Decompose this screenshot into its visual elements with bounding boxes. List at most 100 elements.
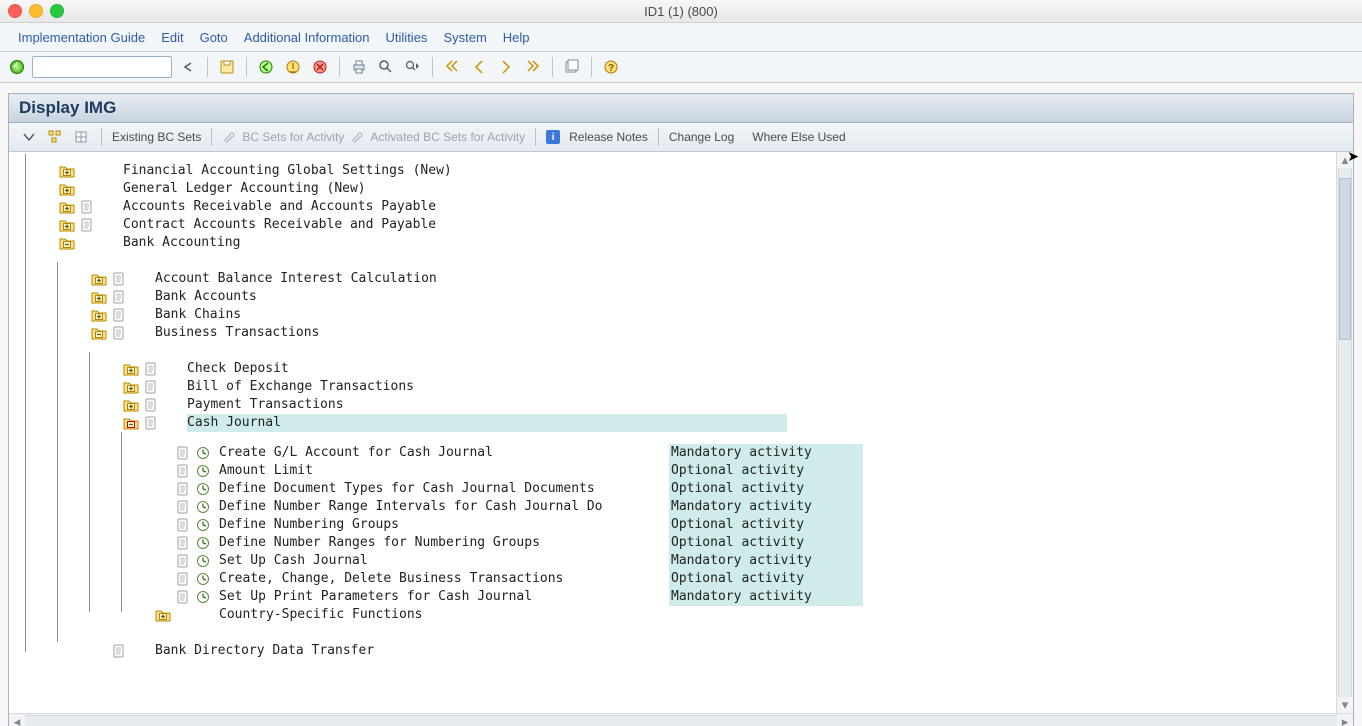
help-icon[interactable]: ? (600, 56, 622, 78)
tree-row[interactable]: Set Up Print Parameters for Cash Journal… (19, 588, 1326, 606)
window-zoom-button[interactable] (50, 4, 64, 18)
menu-additional-info[interactable]: Additional Information (244, 30, 370, 45)
enter-button[interactable] (10, 60, 24, 74)
document-icon[interactable] (111, 308, 127, 322)
tree-row[interactable]: Bill of Exchange Transactions (19, 378, 1326, 396)
tree-row[interactable]: Business Transactions (19, 324, 1326, 342)
prev-page-icon[interactable] (468, 56, 490, 78)
folder-collapsed-icon[interactable] (59, 164, 75, 178)
vertical-scrollbar[interactable]: ▴ ▾ (1336, 152, 1353, 713)
document-icon[interactable] (111, 290, 127, 304)
structure-icon[interactable] (45, 127, 65, 147)
activity-icon[interactable] (195, 446, 211, 460)
folder-expanded-icon[interactable] (59, 236, 75, 250)
tree-row[interactable]: Define Document Types for Cash Journal D… (19, 480, 1326, 498)
change-log-link[interactable]: Change Log (669, 130, 734, 144)
window-close-button[interactable] (8, 4, 22, 18)
activity-icon[interactable] (195, 500, 211, 514)
activity-icon[interactable] (195, 554, 211, 568)
tree-row[interactable]: Bank Directory Data Transfer (19, 642, 1326, 660)
back-icon[interactable] (255, 56, 277, 78)
tree-row[interactable]: Country-Specific Functions (19, 606, 1326, 624)
next-page-icon[interactable] (495, 56, 517, 78)
save-icon[interactable] (216, 56, 238, 78)
menu-utilities[interactable]: Utilities (386, 30, 428, 45)
document-icon[interactable] (175, 590, 191, 604)
document-icon[interactable] (111, 326, 127, 340)
activity-icon[interactable] (195, 518, 211, 532)
tree-row[interactable]: Create, Change, Delete Business Transact… (19, 570, 1326, 588)
img-tree[interactable]: Financial Accounting Global Settings (Ne… (9, 152, 1336, 713)
scroll-down-icon[interactable]: ▾ (1342, 697, 1349, 713)
tree-row[interactable]: Define Numbering GroupsOptional activity (19, 516, 1326, 534)
folder-expanded-icon[interactable] (91, 326, 107, 340)
document-icon[interactable] (143, 380, 159, 394)
cancel-icon[interactable] (309, 56, 331, 78)
tree-row[interactable]: Amount LimitOptional activity (19, 462, 1326, 480)
folder-collapsed-icon[interactable] (91, 272, 107, 286)
activity-icon[interactable] (195, 572, 211, 586)
menu-goto[interactable]: Goto (200, 30, 228, 45)
folder-collapsed-icon[interactable] (123, 380, 139, 394)
last-page-icon[interactable] (522, 56, 544, 78)
document-icon[interactable] (175, 572, 191, 586)
scroll-right-icon[interactable]: ▸ (1337, 715, 1353, 726)
tree-row[interactable]: General Ledger Accounting (New) (19, 180, 1326, 198)
horizontal-scrollbar[interactable]: ◂ ▸ (9, 713, 1353, 726)
folder-collapsed-icon[interactable] (59, 218, 75, 232)
command-field[interactable] (32, 56, 172, 78)
tree-row[interactable]: Bank Accounts (19, 288, 1326, 306)
tree-row[interactable]: Bank Chains (19, 306, 1326, 324)
document-icon[interactable] (175, 554, 191, 568)
tree-row[interactable]: Contract Accounts Receivable and Payable (19, 216, 1326, 234)
folder-collapsed-icon[interactable] (59, 200, 75, 214)
folder-collapsed-icon[interactable] (91, 308, 107, 322)
scroll-left-icon[interactable]: ◂ (9, 715, 25, 726)
folder-collapsed-icon[interactable] (91, 290, 107, 304)
find-icon[interactable] (375, 56, 397, 78)
document-icon[interactable] (79, 218, 95, 232)
folder-open-icon[interactable] (123, 416, 139, 430)
document-icon[interactable] (111, 272, 127, 286)
folder-collapsed-icon[interactable] (155, 608, 171, 622)
tree-row[interactable]: Set Up Cash JournalMandatory activity (19, 552, 1326, 570)
folder-collapsed-icon[interactable] (123, 362, 139, 376)
tree-row[interactable]: Account Balance Interest Calculation (19, 270, 1326, 288)
tree-row[interactable]: Bank Accounting (19, 234, 1326, 252)
folder-collapsed-icon[interactable] (59, 182, 75, 196)
document-icon[interactable] (143, 398, 159, 412)
tree-row[interactable]: Define Number Ranges for Numbering Group… (19, 534, 1326, 552)
menu-implementation-guide[interactable]: Implementation Guide (18, 30, 145, 45)
document-icon[interactable] (111, 644, 127, 658)
tree-row[interactable]: Cash Journal (19, 414, 1326, 432)
expand-subtree-icon[interactable] (19, 127, 39, 147)
document-icon[interactable] (143, 362, 159, 376)
exit-icon[interactable] (282, 56, 304, 78)
tree-row[interactable]: Define Number Range Intervals for Cash J… (19, 498, 1326, 516)
document-icon[interactable] (175, 446, 191, 460)
folder-collapsed-icon[interactable] (123, 398, 139, 412)
tree-row[interactable]: Check Deposit (19, 360, 1326, 378)
tree-row[interactable]: Accounts Receivable and Accounts Payable (19, 198, 1326, 216)
activity-icon[interactable] (195, 464, 211, 478)
tree-row[interactable]: Payment Transactions (19, 396, 1326, 414)
scroll-up-icon[interactable]: ▴ (1342, 152, 1349, 168)
existing-bc-sets-link[interactable]: Existing BC Sets (112, 130, 201, 144)
first-page-icon[interactable] (441, 56, 463, 78)
tree-row[interactable]: Financial Accounting Global Settings (Ne… (19, 162, 1326, 180)
find-next-icon[interactable] (402, 56, 424, 78)
history-dropdown-icon[interactable] (177, 56, 199, 78)
release-notes-link[interactable]: Release Notes (569, 130, 648, 144)
menu-system[interactable]: System (443, 30, 486, 45)
new-session-icon[interactable] (561, 56, 583, 78)
document-icon[interactable] (143, 416, 159, 430)
document-icon[interactable] (175, 536, 191, 550)
print-icon[interactable] (348, 56, 370, 78)
activity-icon[interactable] (195, 536, 211, 550)
document-icon[interactable] (175, 464, 191, 478)
menu-edit[interactable]: Edit (161, 30, 183, 45)
tree-row[interactable]: Create G/L Account for Cash JournalManda… (19, 444, 1326, 462)
activity-icon[interactable] (195, 590, 211, 604)
where-else-used-link[interactable]: Where Else Used (752, 130, 845, 144)
activity-icon[interactable] (195, 482, 211, 496)
